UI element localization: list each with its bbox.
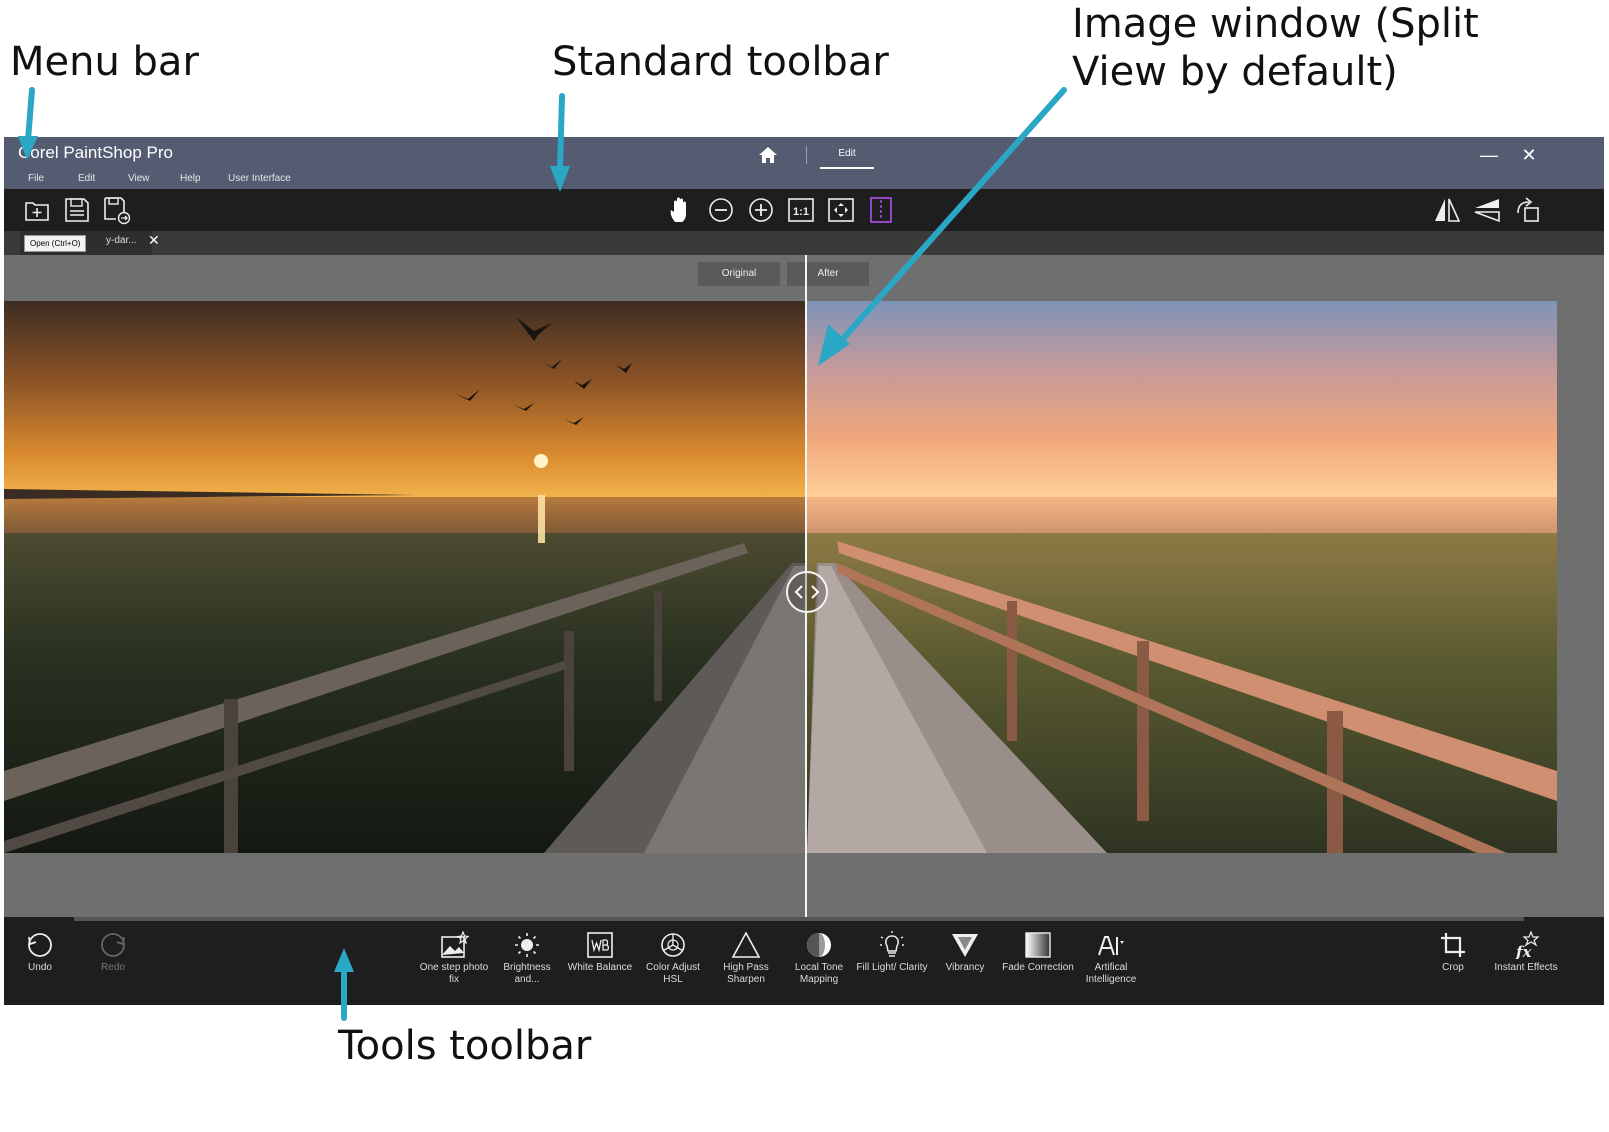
flip-vertical-icon[interactable]: [1472, 195, 1502, 225]
fade-correction-icon: [1025, 932, 1051, 958]
crop-label: Crop: [1442, 962, 1464, 973]
local-tone-mapping-label: Local Tone Mapping: [794, 962, 844, 985]
original-photo: [4, 301, 805, 853]
brightness-label: Brightness and...: [503, 962, 551, 985]
drag-arrows-icon: [794, 585, 820, 599]
menu-file[interactable]: File: [28, 173, 44, 184]
fill-light-label: Fill Light/ Clarity: [856, 962, 928, 973]
paintshop-app-window: Corel PaintShop Pro File Edit View Help …: [4, 137, 1604, 1005]
close-icon[interactable]: ✕: [1516, 145, 1542, 166]
tools-toolbar: Undo Redo One step photo fix Brightness …: [4, 917, 1604, 1005]
one-step-photo-fix-icon: [441, 931, 469, 958]
redo-button[interactable]: Redo: [77, 931, 149, 974]
pan-hand-icon[interactable]: [666, 195, 696, 225]
minimize-icon[interactable]: —: [1476, 145, 1502, 166]
vibrancy-button[interactable]: Vibrancy: [929, 931, 1001, 974]
undo-icon: [28, 933, 52, 957]
open-tooltip: Open (Ctrl+O): [24, 235, 87, 252]
menu-help[interactable]: Help: [180, 173, 201, 184]
color-adjust-icon: [661, 933, 685, 957]
fill-light-button[interactable]: Fill Light/ Clarity: [856, 931, 928, 974]
app-title: Corel PaintShop Pro: [18, 143, 173, 162]
high-pass-sharpen-icon: [731, 931, 761, 958]
instant-effects-button[interactable]: fx Instant Effects: [1490, 931, 1562, 974]
high-pass-sharpen-label: High Pass Sharpen: [723, 962, 769, 985]
close-tab-icon[interactable]: ✕: [148, 232, 160, 249]
image-window-callout: Image window (Split View by default): [1072, 1, 1479, 95]
actual-size-label: 1:1: [793, 206, 809, 218]
brightness-icon: [515, 933, 539, 957]
save-as-icon[interactable]: [102, 195, 132, 225]
menu-view[interactable]: View: [128, 173, 150, 184]
ai-button[interactable]: Artifical Intelligence: [1075, 931, 1147, 986]
original-scene-details: [4, 317, 805, 853]
crop-button[interactable]: Crop: [1417, 931, 1489, 974]
ai-icon: [1098, 936, 1124, 956]
split-handle-icon[interactable]: [786, 571, 828, 613]
redo-label: Redo: [101, 962, 125, 973]
vibrancy-label: Vibrancy: [945, 962, 985, 973]
flip-horizontal-icon[interactable]: [1432, 195, 1462, 225]
one-step-photo-fix-button[interactable]: One step photo fix: [418, 931, 490, 986]
fade-correction-button[interactable]: Fade Correction: [1002, 931, 1074, 974]
tools-toolbar-callout: Tools toolbar: [338, 1023, 592, 1069]
document-tab-name: y-dar...: [106, 235, 137, 246]
undo-label: Undo: [28, 962, 52, 973]
svg-text:fx: fx: [1515, 943, 1532, 959]
fade-correction-label: Fade Correction: [1002, 962, 1074, 973]
menu-user-interface[interactable]: User Interface: [228, 173, 291, 184]
tab-edit[interactable]: Edit: [820, 145, 874, 169]
after-label[interactable]: After: [787, 262, 869, 286]
brightness-button[interactable]: Brightness and...: [491, 931, 563, 986]
white-balance-icon: [587, 932, 613, 958]
after-scene-details: [807, 541, 1557, 853]
local-tone-mapping-button[interactable]: Local Tone Mapping: [783, 931, 855, 986]
rotate-icon[interactable]: [1512, 195, 1542, 225]
vibrancy-icon: [952, 934, 978, 957]
crop-icon: [1441, 933, 1465, 957]
split-view-icon[interactable]: [866, 195, 896, 225]
redo-icon: [101, 933, 125, 957]
image-window: Original After: [4, 255, 1604, 917]
undo-button[interactable]: Undo: [4, 931, 76, 974]
one-step-photo-fix-label: One step photo fix: [419, 962, 489, 985]
actual-size-icon[interactable]: 1:1: [786, 195, 816, 225]
title-bar: Corel PaintShop Pro File Edit View Help …: [4, 137, 1604, 189]
color-adjust-button[interactable]: Color Adjust HSL: [637, 931, 709, 986]
high-pass-sharpen-button[interactable]: High Pass Sharpen: [710, 931, 782, 986]
new-image-icon[interactable]: [22, 195, 52, 225]
color-adjust-label: Color Adjust HSL: [646, 962, 700, 985]
fill-light-icon: [880, 931, 904, 957]
white-balance-button[interactable]: White Balance: [564, 931, 636, 974]
save-icon[interactable]: [62, 195, 92, 225]
document-tab-bar: y-dar... ✕ Open (Ctrl+O): [4, 231, 1604, 257]
toolbar-scrollbar[interactable]: [74, 917, 1524, 921]
ai-label: Artifical Intelligence: [1085, 962, 1137, 985]
white-balance-label: White Balance: [567, 962, 633, 973]
zoom-out-icon[interactable]: [706, 195, 736, 225]
title-separator: [806, 146, 807, 164]
standard-toolbar-callout: Standard toolbar: [552, 39, 889, 85]
zoom-in-icon[interactable]: [746, 195, 776, 225]
menu-edit[interactable]: Edit: [78, 173, 95, 184]
fit-window-icon[interactable]: [826, 195, 856, 225]
original-label[interactable]: Original: [698, 262, 780, 286]
instant-effects-label: Instant Effects: [1494, 962, 1558, 973]
after-photo: [807, 301, 1557, 853]
local-tone-mapping-icon: [807, 933, 831, 957]
menu-bar-callout: Menu bar: [10, 39, 199, 85]
standard-toolbar: 1:1: [4, 189, 1604, 231]
instant-effects-icon: fx: [1515, 931, 1540, 959]
home-icon[interactable]: [758, 145, 778, 165]
